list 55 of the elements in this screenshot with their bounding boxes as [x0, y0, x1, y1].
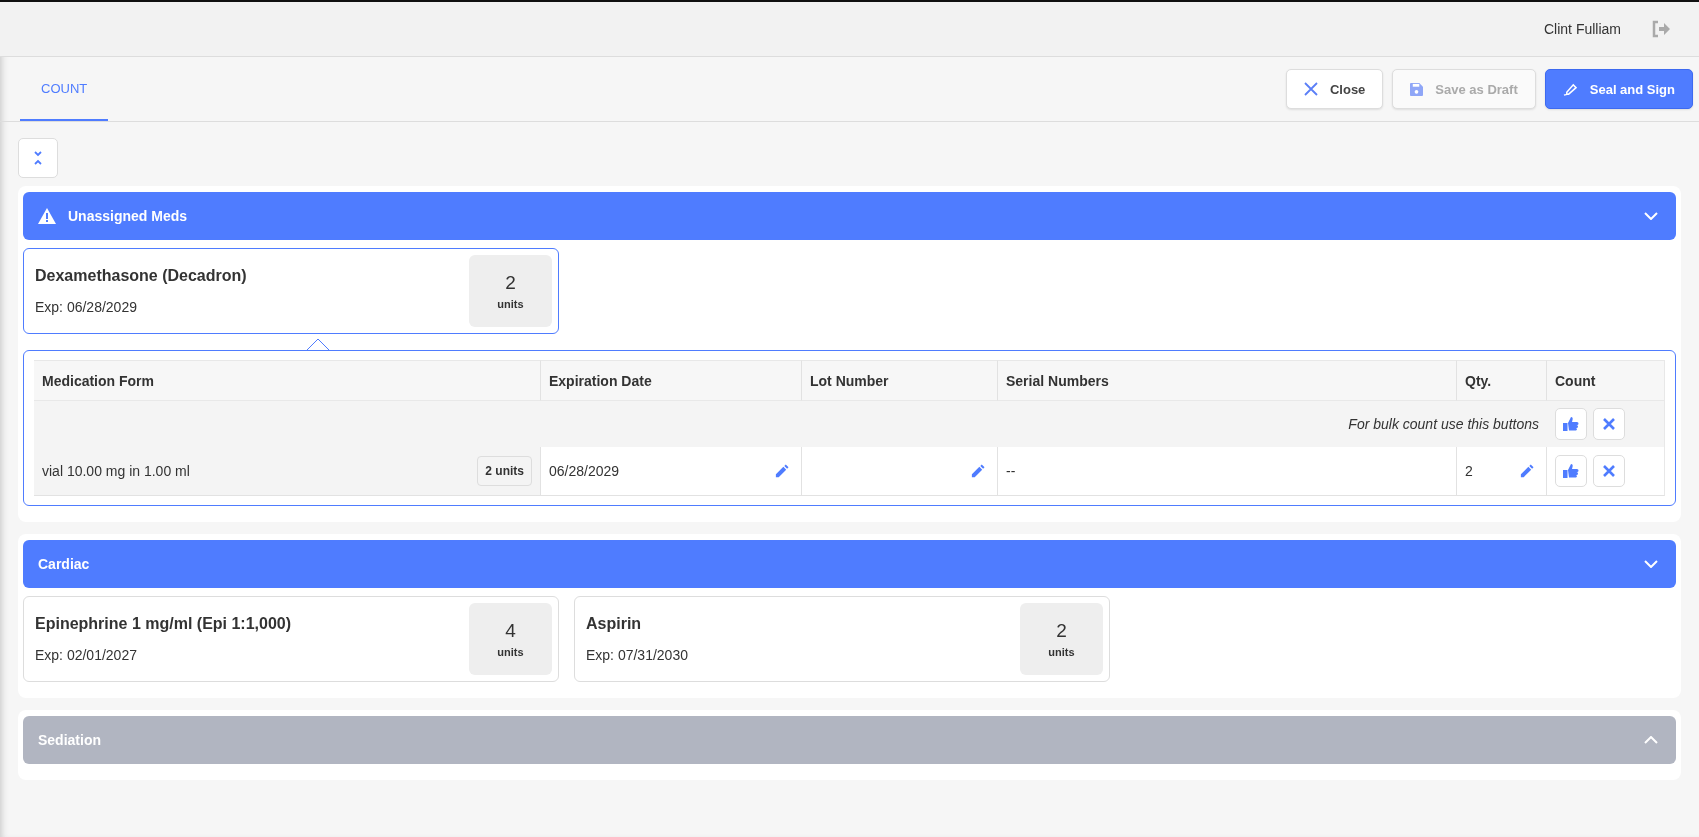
section-title: Unassigned Meds: [68, 208, 189, 224]
quantity-unit: units: [497, 646, 524, 658]
approve-button[interactable]: [1555, 455, 1587, 487]
medication-name: Epinephrine 1 mg/ml (Epi 1:1,000): [35, 615, 293, 633]
expiration-text: Exp: 06/28/2029: [35, 299, 138, 315]
edit-pencil-icon[interactable]: [970, 463, 985, 479]
thumbs-up-icon: [1563, 416, 1579, 432]
quantity-number: 4: [505, 620, 516, 642]
pen-icon: [1562, 82, 1578, 96]
medication-card[interactable]: Aspirin Exp: 07/31/2030 2 units: [574, 596, 1110, 682]
section-header[interactable]: Cardiac: [23, 540, 1676, 588]
collapse-chevrons-icon: [33, 151, 43, 165]
quantity-value: 2: [1465, 463, 1473, 479]
chevron-down-icon: [1644, 212, 1658, 220]
reject-button[interactable]: [1593, 455, 1625, 487]
edit-pencil-icon[interactable]: [1519, 463, 1534, 479]
reject-all-button[interactable]: [1593, 408, 1625, 440]
chevron-down-icon: [1644, 560, 1658, 568]
expiration-text: Exp: 07/31/2030: [586, 647, 689, 663]
expiration-date: 06/28/2029: [549, 463, 620, 479]
seal-sign-button[interactable]: Seal and Sign: [1544, 69, 1693, 109]
warning-icon: [38, 208, 56, 224]
column-header: Medication Form: [34, 360, 541, 401]
serial-numbers: --: [1006, 463, 1016, 479]
section-title: Sediation: [38, 732, 102, 748]
user-name: Clint Fulliam: [1544, 21, 1621, 37]
column-header: Expiration Date: [541, 360, 802, 401]
bulk-count-hint: For bulk count use this buttons: [34, 401, 1547, 447]
edit-pencil-icon[interactable]: [774, 463, 789, 479]
logout-icon[interactable]: [1651, 20, 1671, 38]
medication-name: Aspirin: [586, 615, 643, 633]
expiration-text: Exp: 02/01/2027: [35, 647, 138, 663]
quantity-number: 2: [505, 272, 516, 294]
thumbs-up-icon: [1563, 463, 1579, 479]
quantity-number: 2: [1056, 620, 1067, 642]
column-header: Count: [1547, 360, 1665, 401]
column-header: Lot Number: [802, 360, 998, 401]
count-tab[interactable]: COUNT: [20, 57, 109, 121]
close-icon: [1603, 418, 1615, 430]
section-header[interactable]: Sediation: [23, 716, 1676, 764]
section-header[interactable]: Unassigned Meds: [23, 192, 1676, 240]
approve-all-button[interactable]: [1555, 408, 1587, 440]
quantity-unit: units: [497, 298, 524, 310]
close-icon: [1603, 465, 1615, 477]
quantity-unit: units: [1048, 646, 1075, 658]
medication-card[interactable]: Epinephrine 1 mg/ml (Epi 1:1,000) Exp: 02/01/2027 4 units: [23, 596, 559, 682]
chevron-up-icon: [1644, 736, 1658, 744]
medication-name: Dexamethasone (Decadron): [35, 267, 248, 285]
section-title: Cardiac: [38, 556, 91, 572]
close-button[interactable]: Close: [1285, 69, 1384, 109]
column-header: Qty.: [1457, 360, 1547, 401]
units-badge: 2 units: [477, 456, 532, 486]
column-header: Serial Numbers: [998, 360, 1457, 401]
medication-form: vial 10.00 mg in 1.00 ml: [42, 463, 190, 479]
close-icon: [1303, 82, 1318, 96]
